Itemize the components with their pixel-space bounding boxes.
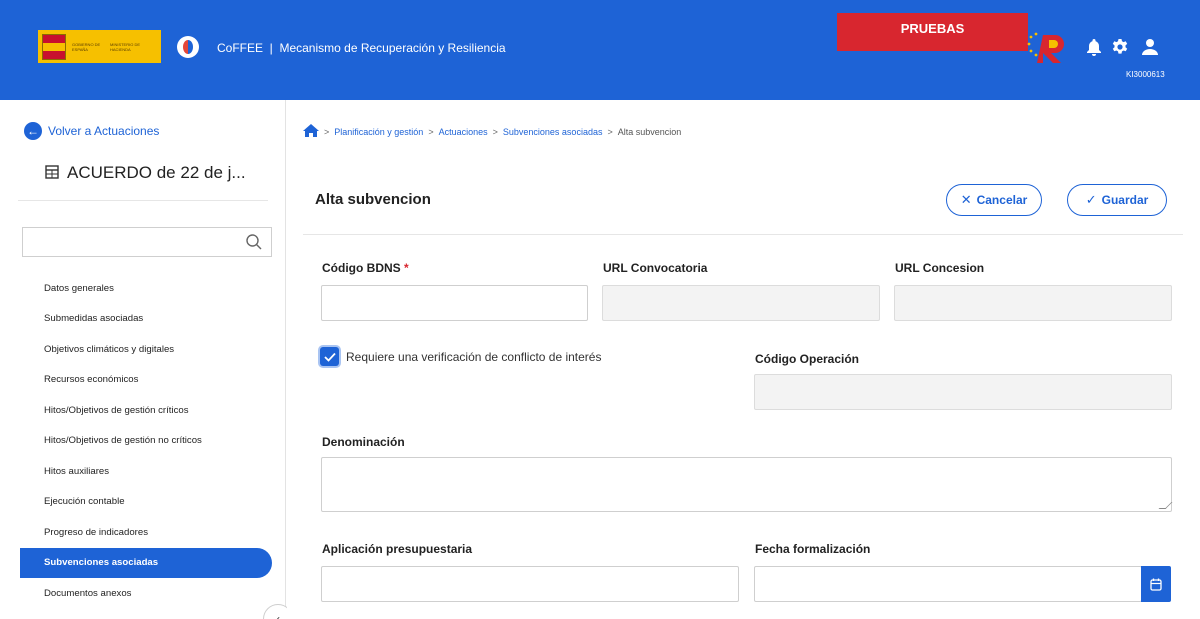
check-icon: ✓ xyxy=(1085,192,1097,207)
environment-badge: PRUEBAS xyxy=(837,13,1028,51)
breadcrumb-separator: > xyxy=(324,126,330,137)
sidebar-item-subvenciones-asociadas[interactable]: Subvenciones asociadas xyxy=(20,547,272,578)
coat-of-arms-icon xyxy=(42,33,66,60)
breadcrumb-planificacion[interactable]: Planificación y gestión xyxy=(334,127,423,137)
sidebar-item-objetivos-climaticos[interactable]: Objetivos climáticos y digitales xyxy=(20,334,272,365)
sidebar-nav: Datos generales Submedidas asociadas Obj… xyxy=(20,273,272,609)
breadcrumb-separator: > xyxy=(607,126,613,137)
url-convocatoria-field xyxy=(602,285,880,321)
url-convocatoria-label: URL Convocatoria xyxy=(603,261,708,275)
sidebar-item-documentos-anexos[interactable]: Documentos anexos xyxy=(20,578,272,609)
search-icon xyxy=(246,234,262,250)
save-button-label: Guardar xyxy=(1101,193,1149,207)
url-concesion-field xyxy=(894,285,1172,321)
sidebar-item-ejecucion-contable[interactable]: Ejecución contable xyxy=(20,487,272,518)
sidebar-item-hitos-auxiliares[interactable]: Hitos auxiliares xyxy=(20,456,272,487)
sidebar: ← Volver a Actuaciones ACUERDO de 22 de … xyxy=(8,100,286,619)
denominacion-label: Denominación xyxy=(322,435,405,449)
document-table-icon xyxy=(45,164,59,182)
page-title: Alta subvencion xyxy=(315,191,431,208)
sidebar-item-recursos-economicos[interactable]: Recursos económicos xyxy=(20,365,272,396)
sidebar-item-hitos-no-criticos[interactable]: Hitos/Objetivos de gestión no críticos xyxy=(20,426,272,457)
breadcrumb-separator: > xyxy=(428,126,434,137)
home-icon[interactable] xyxy=(303,124,319,139)
required-mark: * xyxy=(404,261,409,275)
resize-handle-icon[interactable] xyxy=(1158,502,1173,509)
codigo-bdns-label: Código BDNS * xyxy=(322,261,409,275)
divider xyxy=(303,234,1183,235)
back-to-actuaciones-link[interactable]: ← Volver a Actuaciones xyxy=(24,122,159,140)
top-header: GOBIERNO DE ESPAÑA MINISTERIO DE HACIEND… xyxy=(0,0,1200,100)
app-title: CoFFEE | Mecanismo de Recuperación y Res… xyxy=(217,41,506,55)
calendar-icon xyxy=(1150,578,1162,591)
codigo-operacion-label: Código Operación xyxy=(755,352,860,366)
government-logo: GOBIERNO DE ESPAÑA MINISTERIO DE HACIEND… xyxy=(38,30,161,63)
sidebar-item-progreso-indicadores[interactable]: Progreso de indicadores xyxy=(20,517,272,548)
sidebar-search-input[interactable] xyxy=(22,227,272,257)
divider xyxy=(18,200,268,201)
cancel-button[interactable]: ✕ Cancelar xyxy=(946,184,1042,216)
bell-icon[interactable] xyxy=(1084,37,1104,57)
breadcrumb-actuaciones[interactable]: Actuaciones xyxy=(439,127,488,137)
breadcrumb-separator: > xyxy=(492,126,498,137)
denominacion-textarea[interactable] xyxy=(321,457,1173,512)
back-link-label: Volver a Actuaciones xyxy=(48,124,160,138)
sidebar-item-hitos-criticos[interactable]: Hitos/Objetivos de gestión críticos xyxy=(20,395,272,426)
record-title: ACUERDO de 22 de j... xyxy=(45,163,246,183)
chevron-left-icon: ‹ xyxy=(276,612,280,619)
user-icon[interactable] xyxy=(1140,37,1160,57)
user-code: KI3000613 xyxy=(1126,70,1165,79)
fecha-formalizacion-label: Fecha formalización xyxy=(755,542,871,556)
gov-logo-text-1: GOBIERNO DE ESPAÑA xyxy=(72,41,101,52)
breadcrumb: > Planificación y gestión > Actuaciones … xyxy=(303,124,681,139)
prtr-logo-icon xyxy=(1027,32,1064,63)
main-content: > Planificación y gestión > Actuaciones … xyxy=(287,100,1200,619)
gear-icon[interactable] xyxy=(1110,37,1130,57)
record-title-text: ACUERDO de 22 de j... xyxy=(67,163,246,182)
aplicacion-presupuestaria-field[interactable] xyxy=(321,566,739,602)
codigo-operacion-field xyxy=(754,374,1172,410)
fecha-formalizacion-field[interactable] xyxy=(754,566,1142,602)
breadcrumb-current: Alta subvencion xyxy=(617,126,682,137)
calendar-button[interactable] xyxy=(1141,566,1171,602)
coffee-logo-icon xyxy=(177,36,199,58)
sidebar-item-datos-generales[interactable]: Datos generales xyxy=(20,273,272,304)
gov-logo-text-2: MINISTERIO DE HACIENDA xyxy=(110,41,141,52)
save-button[interactable]: ✓ Guardar xyxy=(1067,184,1167,216)
codigo-bdns-field[interactable] xyxy=(321,285,588,321)
url-concesion-label: URL Concesion xyxy=(895,261,985,275)
sidebar-item-submedidas-asociadas[interactable]: Submedidas asociadas xyxy=(20,304,272,335)
arrow-left-icon: ← xyxy=(24,122,42,140)
checkbox-checked-icon[interactable] xyxy=(320,347,339,366)
conflicto-interes-label: Requiere una verificación de conflicto d… xyxy=(346,349,602,364)
close-icon: ✕ xyxy=(960,192,972,207)
conflicto-interes-checkbox[interactable]: Requiere una verificación de conflicto d… xyxy=(320,347,601,366)
breadcrumb-subvenciones[interactable]: Subvenciones asociadas xyxy=(503,127,603,137)
cancel-button-label: Cancelar xyxy=(976,193,1028,207)
aplicacion-presupuestaria-label: Aplicación presupuestaria xyxy=(322,542,473,556)
